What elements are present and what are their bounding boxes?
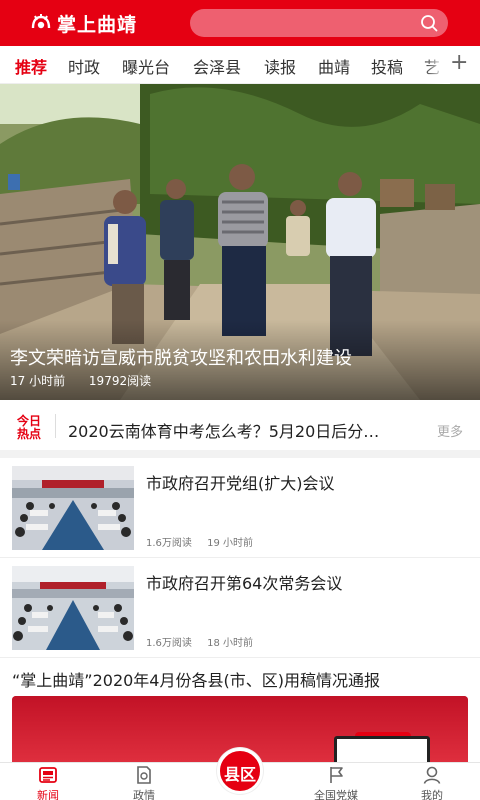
tabs-fade — [424, 46, 450, 84]
tab-exposure[interactable]: 曝光台 — [122, 54, 170, 78]
hero-time: 17 小时前 — [10, 374, 66, 388]
tab-huize[interactable]: 会泽县 — [193, 54, 241, 78]
top-bar: 掌上曲靖 — [0, 0, 480, 46]
report-title[interactable]: “掌上曲靖”2020年4月份各县(市、区)用稿情况通报 — [12, 667, 380, 691]
search-bar[interactable] — [190, 9, 448, 37]
news-thumbnail — [12, 466, 134, 550]
news-title[interactable]: 市政府召开党组(扩大)会议 — [146, 470, 335, 494]
news-thumbnail — [12, 566, 134, 650]
channel-tabs: 推荐 时政 曝光台 会泽县 读报 曲靖 投稿 艺 + — [0, 46, 480, 84]
hero-title[interactable]: 李文荣暗访宣威市脱贫攻坚和农田水利建设 — [10, 344, 352, 370]
app-logo: 掌上曲靖 — [30, 9, 137, 37]
hot-topic-strip[interactable]: 今日 热点 2020云南体育中考怎么考？5月20日后分… 更多 — [0, 400, 480, 458]
nav-news-label: 新闻 — [37, 789, 59, 800]
news-meta: 1.6万阅读 18 小时前 — [146, 634, 265, 649]
tab-newspaper[interactable]: 读报 — [264, 54, 296, 78]
news-time: 18 小时前 — [207, 638, 253, 649]
news-reads: 1.6万阅读 — [146, 638, 192, 649]
newspaper-icon — [39, 767, 57, 783]
document-icon — [137, 766, 151, 784]
county-button-label: 县区 — [223, 765, 256, 784]
flag-icon — [330, 767, 343, 783]
tab-submit[interactable]: 投稿 — [371, 54, 403, 78]
hot-badge-line2: 热点 — [16, 427, 41, 441]
news-reads: 1.6万阅读 — [146, 538, 192, 549]
hot-badge: 今日 热点 — [14, 415, 44, 441]
hot-divider — [55, 414, 56, 438]
news-item[interactable]: 市政府召开第64次常务会议 1.6万阅读 18 小时前 — [0, 558, 480, 658]
tab-politics[interactable]: 时政 — [68, 54, 100, 78]
search-icon[interactable] — [420, 14, 438, 32]
tab-recommend[interactable]: 推荐 — [15, 54, 47, 78]
logo-hand-icon — [31, 14, 51, 29]
meeting-photo — [12, 466, 134, 550]
hot-headline[interactable]: 2020云南体育中考怎么考？5月20日后分… — [68, 418, 423, 442]
nav-profile[interactable]: 我的 — [384, 763, 480, 800]
news-item[interactable]: 市政府召开党组(扩大)会议 1.6万阅读 19 小时前 — [0, 458, 480, 558]
nav-government[interactable]: 政情 — [96, 763, 192, 800]
add-channel-icon[interactable]: + — [450, 52, 468, 74]
hero-meta: 17 小时前 19792阅读 — [10, 372, 171, 389]
tab-qujing[interactable]: 曲靖 — [318, 54, 350, 78]
user-icon — [423, 766, 441, 784]
nav-party-media[interactable]: 全国党媒 — [288, 763, 384, 800]
hot-more-link[interactable]: 更多 — [437, 421, 463, 440]
nav-government-label: 政情 — [133, 789, 155, 800]
county-button[interactable]: 县区 — [217, 748, 263, 794]
news-meta: 1.6万阅读 19 小时前 — [146, 534, 265, 549]
news-title[interactable]: 市政府召开第64次常务会议 — [146, 570, 342, 594]
meeting-photo — [12, 566, 134, 650]
nav-party-media-label: 全国党媒 — [314, 789, 358, 800]
hero-banner[interactable]: 李文荣暗访宣威市脱贫攻坚和农田水利建设 17 小时前 19792阅读 — [0, 84, 480, 400]
nav-profile-label: 我的 — [421, 789, 443, 800]
news-time: 19 小时前 — [207, 538, 253, 549]
hero-reads: 19792阅读 — [88, 374, 152, 388]
app-name: 掌上曲靖 — [57, 13, 138, 36]
nav-news[interactable]: 新闻 — [0, 763, 96, 800]
